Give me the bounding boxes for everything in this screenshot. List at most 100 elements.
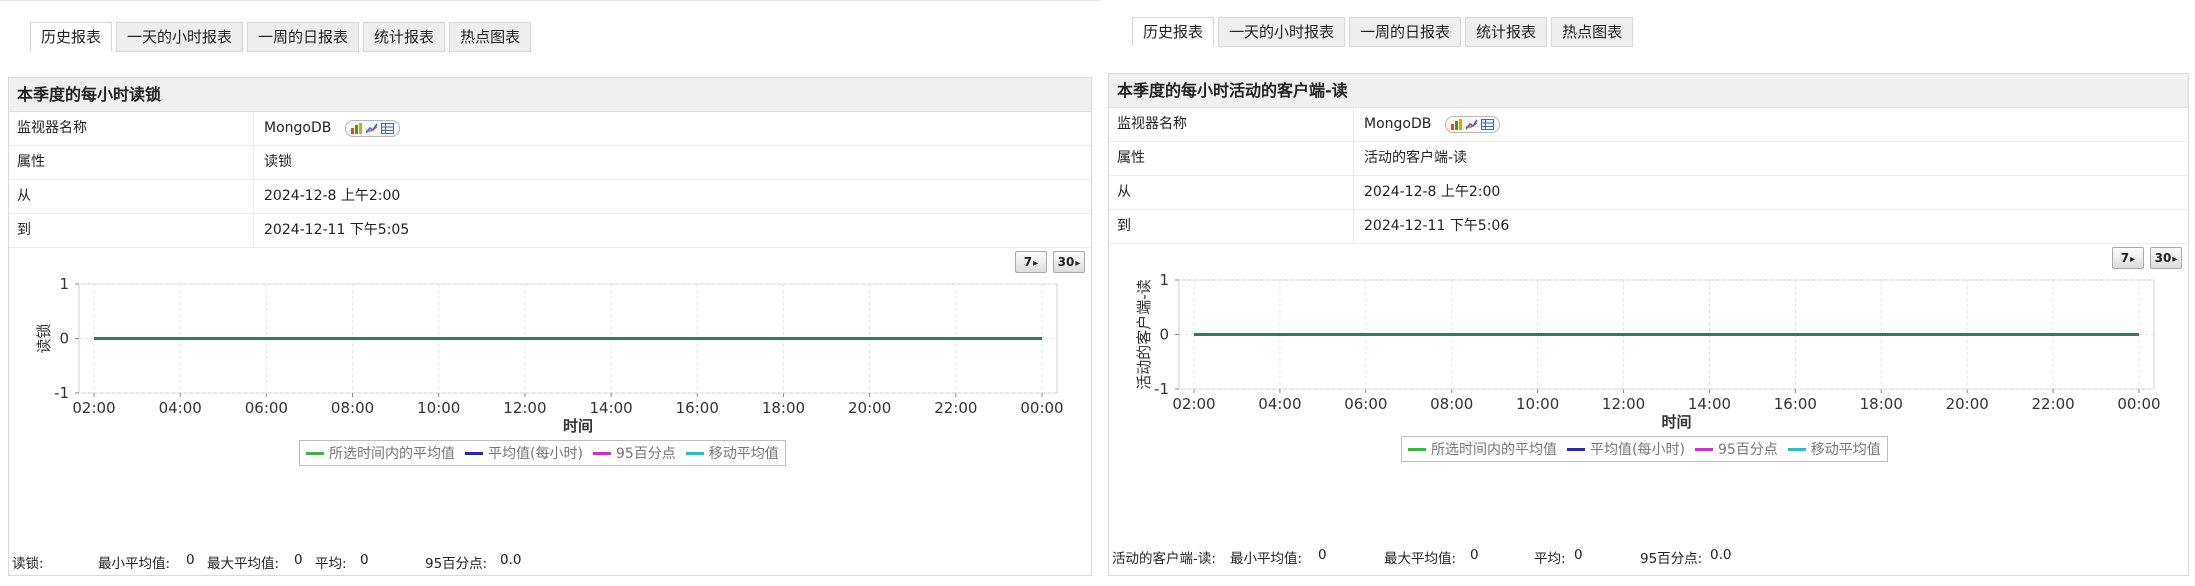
legend-item-p95[interactable]: 95百分点	[592, 443, 676, 463]
x-tick-label: 14:00	[1688, 395, 1731, 413]
info-row-attribute: 属性 读锁	[9, 146, 1091, 180]
max-avg-value: 0	[294, 552, 303, 568]
to-value: 2024-12-11 下午5:06	[1364, 218, 1510, 234]
from-value: 2024-12-8 上午2:00	[1364, 184, 1501, 200]
summary-stats: 活动的客户端-读: 最小平均值: 0 最大平均值: 0 平均: 0 95百分点:…	[1104, 547, 1731, 567]
tab-daily-hourly-report[interactable]: 一天的小时报表	[1218, 17, 1346, 47]
legend-item-moving-avg[interactable]: 移动平均值	[1787, 439, 1881, 459]
avg-label: 平均:	[315, 556, 347, 572]
legend-item-hourly-avg[interactable]: 平均值(每小时)	[465, 443, 583, 463]
tab-statistics-report[interactable]: 统计报表	[1465, 17, 1548, 47]
monitor-name-label: 监视器名称	[1109, 108, 1354, 141]
legend-item-avg-selected[interactable]: 所选时间内的平均值	[1408, 439, 1557, 459]
tab-statistics-report[interactable]: 统计报表	[363, 22, 446, 52]
y-tick-label: -1	[1154, 380, 1169, 398]
p95-value: 0.0	[1710, 547, 1732, 563]
period-7-days-button[interactable]: 7	[1015, 251, 1047, 273]
y-tick-label: 1	[1159, 274, 1169, 289]
tab-history-report[interactable]: 历史报表	[30, 22, 113, 52]
max-avg-label: 最大平均值:	[207, 556, 280, 572]
legend-item-p95[interactable]: 95百分点	[1694, 439, 1778, 459]
period-30-days-button[interactable]: 30	[2150, 247, 2182, 269]
view-toggle-group	[1445, 116, 1501, 133]
max-avg-label: 最大平均值:	[1384, 551, 1457, 567]
to-label: 到	[1109, 210, 1354, 243]
legend-label: 95百分点	[615, 446, 676, 462]
x-tick-label: 12:00	[1602, 395, 1645, 413]
x-tick-label: 00:00	[2117, 395, 2160, 413]
legend-label: 所选时间内的平均值	[329, 446, 455, 462]
info-row-to: 到 2024-12-11 下午5:05	[9, 214, 1091, 248]
table-icon[interactable]	[1481, 119, 1495, 130]
right-report-panel: 历史报表 一天的小时报表 一周的日报表 统计报表 热点图表 本季度的每小时活动的…	[1100, 0, 2195, 586]
legend-label: 移动平均值	[708, 446, 779, 462]
bar-chart-icon[interactable]	[351, 123, 363, 134]
monitor-name-value: MongoDB	[264, 120, 332, 136]
x-tick-label: 16:00	[1774, 395, 1817, 413]
active-clients-read-chart: 02:00 04:00 06:00 08:00 10:00 12:00 14:00 16:00…	[1135, 274, 2161, 429]
x-tick-label: 20:00	[848, 399, 891, 417]
x-tick-label: 04:00	[159, 399, 202, 417]
legend-swatch-magenta	[1694, 447, 1713, 451]
monitor-name-value: MongoDB	[1364, 116, 1432, 132]
legend-swatch-cyan	[1787, 447, 1806, 451]
x-tick-label: 08:00	[331, 399, 374, 417]
legend-item-avg-selected[interactable]: 所选时间内的平均值	[306, 443, 455, 463]
table-icon[interactable]	[381, 123, 395, 134]
info-row-monitor: 监视器名称 MongoDB	[1109, 108, 2188, 142]
avg-value: 0	[1574, 547, 1583, 563]
bar-chart-icon[interactable]	[1451, 119, 1463, 130]
y-axis-label: 读锁	[35, 323, 53, 353]
from-label: 从	[9, 180, 254, 213]
line-chart-icon[interactable]	[366, 123, 379, 134]
x-tick-label: 10:00	[1516, 395, 1559, 413]
x-tick-label: 02:00	[72, 399, 115, 417]
x-tick-label: 12:00	[503, 399, 546, 417]
tab-history-report[interactable]: 历史报表	[1132, 17, 1215, 47]
attribute-value: 读锁	[264, 154, 292, 170]
legend-swatch-blue	[1567, 447, 1585, 451]
legend-swatch-cyan	[685, 451, 704, 455]
p95-value: 0.0	[500, 552, 522, 568]
min-avg-value: 0	[1318, 547, 1327, 563]
tab-heatmap-report[interactable]: 热点图表	[1551, 17, 1634, 47]
period-30-days-button[interactable]: 30	[1053, 251, 1085, 273]
chart-legend: 所选时间内的平均值 平均值(每小时) 95百分点 移动平均值	[1401, 436, 1888, 462]
x-tick-label: 18:00	[762, 399, 805, 417]
line-chart-icon[interactable]	[1466, 119, 1479, 130]
tab-heatmap-report[interactable]: 热点图表	[449, 22, 532, 52]
read-lock-chart: 02:00 04:00 06:00 08:00 10:00 12:00 14:00 16:00…	[35, 278, 1064, 433]
x-tick-label: 22:00	[2031, 395, 2074, 413]
tab-weekly-daily-report[interactable]: 一周的日报表	[1349, 17, 1462, 47]
tab-weekly-daily-report[interactable]: 一周的日报表	[247, 22, 360, 52]
x-tick-label: 06:00	[1344, 395, 1387, 413]
min-avg-value: 0	[186, 552, 195, 568]
legend-swatch-blue	[465, 451, 483, 455]
report-tabs: 历史报表 一天的小时报表 一周的日报表 统计报表 热点图表	[1132, 17, 1634, 47]
legend-label: 平均值(每小时)	[488, 446, 583, 462]
x-tick-label: 20:00	[1946, 395, 1989, 413]
period-buttons: 7 30	[2112, 247, 2182, 269]
to-value: 2024-12-11 下午5:05	[264, 222, 410, 238]
legend-item-hourly-avg[interactable]: 平均值(每小时)	[1567, 439, 1685, 459]
x-tick-label: 02:00	[1172, 395, 1215, 413]
x-tick-label: 10:00	[417, 399, 460, 417]
legend-label: 95百分点	[1717, 442, 1778, 458]
p95-label: 95百分点:	[1640, 551, 1703, 567]
chart-legend: 所选时间内的平均值 平均值(每小时) 95百分点 移动平均值	[299, 440, 786, 466]
tab-daily-hourly-report[interactable]: 一天的小时报表	[116, 22, 244, 52]
from-value: 2024-12-8 上午2:00	[264, 188, 401, 204]
x-tick-label: 14:00	[589, 399, 632, 417]
from-label: 从	[1109, 176, 1354, 209]
legend-item-moving-avg[interactable]: 移动平均值	[685, 443, 779, 463]
summary-stats: 读锁: 最小平均值: 0 最大平均值: 0 平均: 0 95百分点: 0.0	[4, 552, 564, 572]
p95-label: 95百分点:	[425, 556, 488, 572]
info-row-from: 从 2024-12-8 上午2:00	[9, 180, 1091, 214]
x-tick-label: 04:00	[1258, 395, 1301, 413]
period-7-days-button[interactable]: 7	[2112, 247, 2144, 269]
min-avg-label: 最小平均值:	[98, 556, 171, 572]
period-buttons: 7 30	[1015, 251, 1085, 273]
y-tick-label: 1	[59, 278, 69, 293]
min-avg-label: 最小平均值:	[1230, 551, 1303, 567]
left-report-panel: 历史报表 一天的小时报表 一周的日报表 统计报表 热点图表 本季度的每小时读锁 …	[0, 0, 1100, 586]
